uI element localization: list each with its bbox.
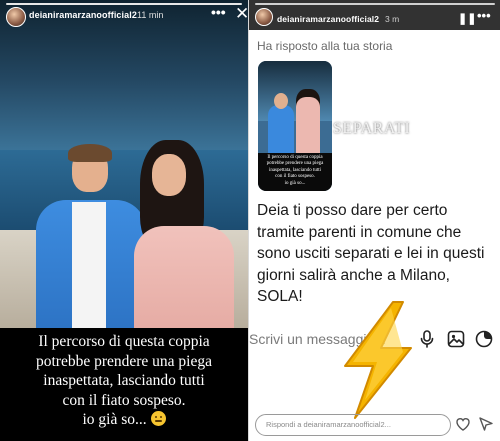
- story-thumbnail[interactable]: Il percorso di questa coppia potrebbe pr…: [258, 61, 332, 191]
- separati-overlay-text: SEPARATI: [333, 120, 411, 137]
- dm-username[interactable]: deianiramarzanoofficial2: [277, 14, 379, 24]
- lightning-bolt-icon: [344, 301, 412, 419]
- more-horizontal-icon[interactable]: •••: [211, 4, 226, 20]
- story-photo-woman: [128, 140, 238, 356]
- message-line: giorni salirà anche a Milano,: [257, 266, 450, 284]
- avatar[interactable]: [6, 7, 26, 27]
- story-time: 11 min: [137, 10, 164, 20]
- avatar[interactable]: [255, 8, 273, 26]
- dm-message: Deia ti posso dare per certo tramite par…: [257, 200, 497, 308]
- caption-line: io già so...: [82, 411, 147, 428]
- caption-line: inaspettata, lasciando tutti: [43, 372, 205, 389]
- story-username[interactable]: deianiramarzanoofficial2: [29, 10, 137, 20]
- reply-placeholder: Rispondi a deianiramarzanoofficial2...: [266, 420, 391, 429]
- story-header: deianiramarzanoofficial2 11 min ••• ✕: [0, 0, 248, 27]
- replied-to-story-label: Ha risposto alla tua storia: [257, 39, 393, 53]
- gallery-icon[interactable]: [446, 329, 466, 349]
- message-line: Deia ti posso dare per certo: [257, 202, 448, 219]
- screenshot-collage: deianiramarzanoofficial2 11 min ••• ✕ Il…: [0, 0, 500, 441]
- sticker-icon[interactable]: [474, 329, 494, 349]
- dm-panel: deianiramarzanoofficial2 3 m ❚❚ ••• Ha r…: [248, 0, 500, 441]
- grimacing-face-icon: [150, 411, 166, 426]
- send-icon[interactable]: [478, 416, 494, 432]
- caption-line: con il fiato sospeso.: [62, 391, 186, 409]
- heart-icon[interactable]: [455, 416, 471, 432]
- more-horizontal-icon[interactable]: •••: [477, 8, 491, 23]
- caption-line: potrebbe prendere una piega: [35, 352, 212, 370]
- story-reply-input[interactable]: Rispondi a deianiramarzanoofficial2...: [255, 414, 451, 436]
- message-line: sono usciti separati e lei in questi: [257, 245, 485, 262]
- dm-story-header: deianiramarzanoofficial2 3 m ❚❚ •••: [249, 0, 500, 30]
- pause-icon[interactable]: ❚❚: [458, 12, 476, 25]
- dm-time: 3 m: [385, 14, 400, 24]
- thumbnail-caption: Il percorso di questa coppia potrebbe pr…: [258, 153, 332, 191]
- story-progress-bar: [255, 3, 495, 5]
- close-icon[interactable]: ✕: [235, 4, 248, 24]
- story-panel: deianiramarzanoofficial2 11 min ••• ✕ Il…: [0, 0, 248, 441]
- message-line: tramite parenti in comune che: [257, 223, 462, 241]
- story-caption: Il percorso di questa coppia potrebbe pr…: [0, 328, 248, 441]
- caption-line: Il percorso di questa coppia: [38, 333, 210, 350]
